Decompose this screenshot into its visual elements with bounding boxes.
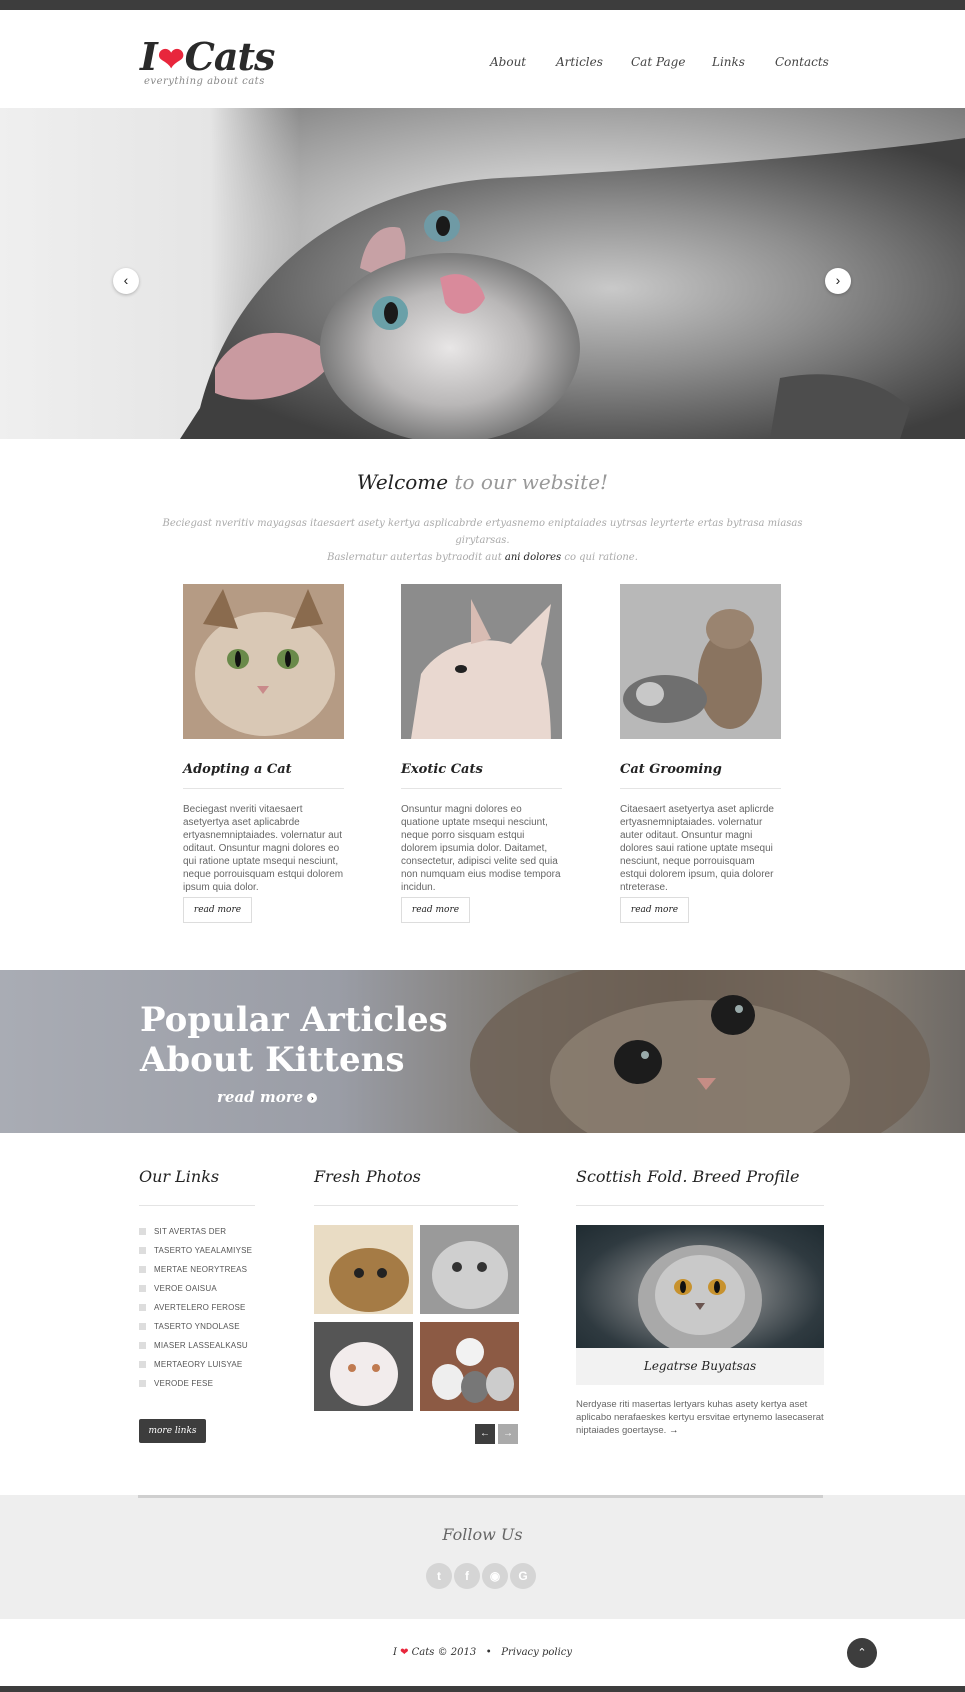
breed-caption: Legatrse Buyatsas: [576, 1348, 824, 1385]
follow-title: Follow Us: [442, 1525, 523, 1544]
hero-slider: ‹ ›: [0, 108, 965, 439]
card-title: Cat Grooming: [620, 762, 722, 777]
nav-contacts[interactable]: Contacts: [775, 55, 829, 69]
scottish-fold-image[interactable]: [576, 1225, 824, 1348]
breed-text: Nerdyase riti masertas lertyars kuhas as…: [576, 1399, 824, 1436]
nav-cat-page[interactable]: Cat Page: [631, 55, 685, 69]
privacy-policy-link[interactable]: Privacy policy: [501, 1647, 572, 1658]
feature-card-grooming: Cat Grooming Citaesaert asetyertya aset …: [620, 584, 781, 923]
card-title: Adopting a Cat: [183, 762, 292, 777]
logo-tagline: everything about cats: [144, 76, 265, 87]
bullet-icon: [139, 1323, 146, 1331]
bullet-icon: [139, 1285, 146, 1293]
more-links-button[interactable]: more links: [139, 1419, 206, 1443]
nav-links[interactable]: Links: [712, 55, 745, 69]
photo-thumbnail[interactable]: [314, 1225, 413, 1314]
bullet-icon: [139, 1304, 146, 1312]
welcome-text: Beciegast nveritiv mayagsas itaesaert as…: [162, 518, 803, 563]
card-text: Beciegast nveriti vitaesaert asetyertya …: [183, 804, 344, 893]
read-more-button[interactable]: read more: [620, 897, 689, 923]
card-text: Onsuntur magni dolores eo quatione uptat…: [401, 804, 561, 893]
google-icon[interactable]: G: [510, 1563, 536, 1589]
exotic-cat-image: [401, 584, 562, 739]
link-item[interactable]: SIT AVERTAS DER: [139, 1227, 259, 1246]
breed-profile-title: Scottish Fold. Breed Profile: [576, 1167, 800, 1186]
link-item[interactable]: MIASER LASSEALKASU: [139, 1341, 259, 1360]
main-nav: About Articles Cat Page Links Contacts: [0, 55, 965, 75]
top-bar: [0, 0, 965, 10]
bullet-icon: [139, 1380, 146, 1388]
link-item[interactable]: AVERTELERO FEROSE: [139, 1303, 259, 1322]
read-more-button[interactable]: read more: [401, 897, 470, 923]
header: I❤Cats everything about cats About Artic…: [0, 10, 965, 108]
bullet-icon: [139, 1247, 146, 1255]
read-more-button[interactable]: read more: [183, 897, 252, 923]
bullet-icon: [139, 1342, 146, 1350]
banner-read-more-link[interactable]: read more ›: [217, 1088, 318, 1106]
card-text: Citaesaert asetyertya aset aplicrde erty…: [620, 804, 774, 893]
footer-copyright: I ❤ Cats © 2013 • Privacy policy: [392, 1647, 573, 1658]
twitter-icon[interactable]: t: [426, 1563, 452, 1589]
bullet-icon: [139, 1266, 146, 1274]
welcome-title: Welcome to our website!: [356, 470, 609, 494]
card-title: Exotic Cats: [401, 762, 483, 777]
follow-section: Follow Us t f ◉ G: [0, 1495, 965, 1619]
link-item[interactable]: MERTAE NEORYTREAS: [139, 1265, 259, 1284]
hero-kitten-image: [180, 138, 965, 439]
popular-articles-banner[interactable]: Popular Articles About Kittens read more ›: [0, 970, 965, 1133]
bullet-icon: [139, 1228, 146, 1236]
facebook-icon[interactable]: f: [454, 1563, 480, 1589]
slider-next-button[interactable]: ›: [825, 268, 851, 294]
link-item[interactable]: MERTAEORY LUISYAE: [139, 1360, 259, 1379]
rss-icon[interactable]: ◉: [482, 1563, 508, 1589]
arrow-right-icon: ›: [307, 1093, 318, 1103]
heart-icon: ❤: [400, 1647, 409, 1658]
welcome-link[interactable]: ani dolores: [505, 552, 561, 563]
bottom-bar: [0, 1686, 965, 1692]
link-item[interactable]: TASERTO YAEALAMIYSE: [139, 1246, 259, 1265]
scroll-to-top-button[interactable]: ⌃: [847, 1638, 877, 1668]
fresh-photos-title: Fresh Photos: [314, 1167, 421, 1186]
photo-thumbnail[interactable]: [420, 1225, 519, 1314]
feature-card-exotic: Exotic Cats Onsuntur magni dolores eo qu…: [401, 584, 562, 923]
photo-thumbnail[interactable]: [314, 1322, 413, 1411]
banner-title: Popular Articles About Kittens: [140, 1000, 448, 1080]
adopting-cat-image: [183, 584, 344, 739]
nav-articles[interactable]: Articles: [556, 55, 603, 69]
nav-about[interactable]: About: [490, 55, 526, 69]
bullet-icon: [139, 1361, 146, 1369]
links-list: SIT AVERTAS DER TASERTO YAEALAMIYSE MERT…: [139, 1227, 259, 1398]
grooming-cat-image: [620, 584, 781, 739]
photos-prev-button[interactable]: ←: [475, 1424, 495, 1444]
feature-card-adopting: Adopting a Cat Beciegast nveriti vitaesa…: [183, 584, 344, 923]
slider-prev-button[interactable]: ‹: [113, 268, 139, 294]
our-links-title: Our Links: [139, 1167, 220, 1186]
arrow-right-icon[interactable]: →: [669, 1425, 679, 1436]
photo-thumbnail[interactable]: [420, 1322, 519, 1411]
link-item[interactable]: VERODE FESE: [139, 1379, 259, 1398]
link-item[interactable]: TASERTO YNDOLASE: [139, 1322, 259, 1341]
photos-next-button[interactable]: →: [498, 1424, 518, 1444]
link-item[interactable]: VEROE OAISUA: [139, 1284, 259, 1303]
